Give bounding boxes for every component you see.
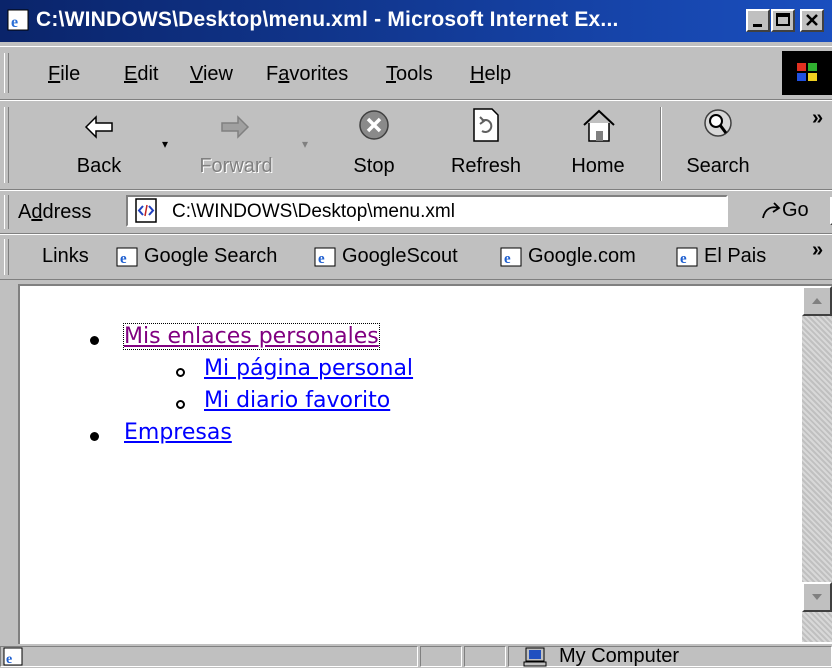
ie-page-icon: e: [314, 247, 336, 267]
menu-edit[interactable]: Edit: [124, 63, 158, 86]
svg-text:e: e: [11, 14, 18, 31]
menu-favorites[interactable]: Favorites: [266, 63, 348, 86]
stop-icon: [359, 110, 389, 140]
link-googlescout[interactable]: e GoogleScout: [314, 245, 458, 268]
vertical-scrollbar[interactable]: [802, 286, 832, 642]
menu-help[interactable]: Help: [470, 63, 511, 86]
forward-button[interactable]: Forward: [186, 105, 286, 185]
ie-page-icon: e: [3, 647, 23, 667]
back-arrow-icon: [84, 115, 113, 139]
links-bar: Links e Google Search e GoogleScout e Googl…: [0, 234, 832, 280]
status-zone-label: My Computer: [559, 645, 680, 667]
svg-text:e: e: [318, 251, 325, 267]
link-empresas[interactable]: Empresas: [124, 420, 232, 445]
arrow-down-icon: [812, 594, 822, 600]
stop-button[interactable]: Stop: [338, 105, 410, 185]
close-button[interactable]: [800, 9, 824, 32]
scroll-down-button[interactable]: [802, 582, 832, 612]
address-value: C:\WINDOWS\Desktop\menu.xml: [172, 201, 455, 222]
svg-text:e: e: [504, 251, 511, 267]
xml-file-icon: [135, 198, 157, 223]
address-input[interactable]: C:\WINDOWS\Desktop\menu.xml: [126, 195, 832, 227]
menubar-grip[interactable]: [4, 53, 9, 93]
ie-page-icon: e: [7, 9, 29, 31]
toolbar-chevron[interactable]: »: [812, 107, 823, 130]
minimize-button[interactable]: [746, 9, 770, 32]
scroll-up-button[interactable]: [802, 286, 832, 316]
link-el-pais[interactable]: e El Pais: [676, 245, 766, 268]
go-button[interactable]: Go: [760, 199, 809, 222]
maximize-icon: [776, 13, 790, 26]
search-icon: [704, 109, 732, 137]
refresh-button[interactable]: Refresh: [436, 105, 536, 185]
menu-tools[interactable]: Tools: [386, 63, 433, 86]
menu-file[interactable]: File: [48, 63, 80, 86]
status-zone-panel: My Computer: [508, 645, 832, 667]
minimize-icon: [753, 24, 762, 27]
linksbar-grip[interactable]: [4, 239, 9, 275]
list-bullet: [90, 336, 99, 345]
maximize-button[interactable]: [771, 9, 795, 32]
home-icon: [583, 109, 615, 142]
address-label: Address: [18, 201, 92, 223]
ie-page-icon: e: [676, 247, 698, 267]
link-mi-pagina-personal[interactable]: Mi página personal: [204, 356, 413, 381]
toolbar-grip[interactable]: [4, 107, 9, 183]
back-dropdown-icon[interactable]: ▾: [162, 137, 168, 151]
home-button[interactable]: Home: [562, 105, 634, 185]
document-view[interactable]: Mis enlaces personales Mi página persona…: [18, 284, 832, 644]
back-button[interactable]: Back: [64, 105, 134, 185]
status-security-panel: [464, 646, 506, 667]
toolbar-separator: [660, 107, 662, 181]
forward-dropdown-icon[interactable]: ▾: [302, 137, 308, 151]
window-title: C:\WINDOWS\Desktop\menu.xml - Microsoft …: [36, 8, 619, 31]
svg-text:e: e: [6, 652, 12, 667]
svg-text:e: e: [680, 251, 687, 267]
addressbar-grip[interactable]: [4, 195, 9, 229]
links-chevron[interactable]: »: [812, 239, 823, 262]
go-arrow-icon: [762, 202, 781, 218]
windows-logo-throbber: [782, 51, 832, 95]
ie-page-icon: e: [116, 247, 138, 267]
link-google-com[interactable]: e Google.com: [500, 245, 636, 268]
svg-text:e: e: [120, 251, 127, 267]
links-label: Links: [42, 245, 89, 267]
refresh-icon: [473, 108, 499, 142]
my-computer-icon: [523, 647, 547, 667]
link-mis-enlaces-personales[interactable]: Mis enlaces personales: [123, 323, 380, 350]
address-bar: Address C:\WINDOWS\Desktop\menu.xml Go: [0, 190, 832, 234]
menu-bar: File Edit View Favorites Tools Help: [0, 46, 832, 100]
standard-toolbar: Back ▾ Forward ▾ Stop Refresh Home Searc…: [0, 100, 832, 190]
arrow-up-icon: [812, 298, 822, 304]
close-icon: [806, 14, 818, 26]
forward-arrow-icon: [221, 115, 250, 139]
search-button[interactable]: Search: [676, 105, 760, 185]
list-bullet: [176, 368, 185, 377]
list-bullet: [90, 432, 99, 441]
windows-logo-icon: [797, 63, 817, 81]
menu-view[interactable]: View: [190, 63, 233, 86]
status-main-panel: e: [0, 646, 418, 667]
status-progress-panel: [420, 646, 462, 667]
link-google-search[interactable]: e Google Search: [116, 245, 277, 268]
title-bar[interactable]: e C:\WINDOWS\Desktop\menu.xml - Microsof…: [0, 0, 832, 42]
link-mi-diario-favorito[interactable]: Mi diario favorito: [204, 388, 390, 413]
ie-page-icon: e: [500, 247, 522, 267]
list-bullet: [176, 400, 185, 409]
status-bar: e My Computer: [0, 644, 832, 667]
